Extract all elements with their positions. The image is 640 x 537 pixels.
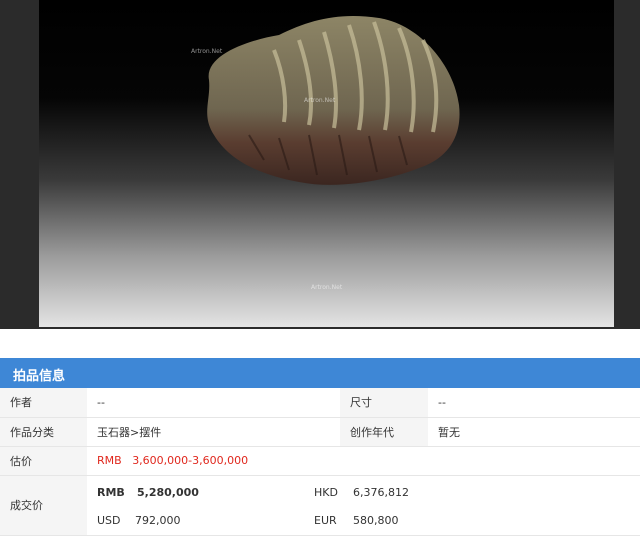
- hkd-currency: HKD: [314, 486, 338, 499]
- size-label: 尺寸: [340, 388, 428, 418]
- category-label: 作品分类: [0, 417, 87, 447]
- table-row: 作品分类 玉石器>摆件 创作年代 暂无: [0, 417, 640, 447]
- hkd-value: 6,376,812: [353, 486, 409, 499]
- lot-info-table: 作者 -- 尺寸 -- 作品分类 玉石器>摆件 创作年代 暂无 估价 RMB 3…: [0, 388, 640, 536]
- size-value: --: [428, 388, 640, 418]
- category-value: 玉石器>摆件: [87, 417, 340, 447]
- rmb-currency: RMB: [97, 486, 125, 499]
- spacer: [0, 329, 640, 358]
- eur-value: 580,800: [353, 514, 399, 527]
- image-viewer: Artron.Net Artron.Net Artron.Net: [0, 0, 640, 329]
- estimate-currency: RMB: [97, 454, 122, 467]
- usd-value: 792,000: [135, 514, 181, 527]
- estimate-range: 3,600,000-3,600,000: [132, 454, 249, 467]
- eur-currency: EUR: [314, 514, 337, 527]
- watermark: Artron.Net: [311, 284, 343, 291]
- estimate-value: RMB 3,600,000-3,600,000: [87, 446, 640, 476]
- rmb-value: 5,280,000: [137, 486, 199, 499]
- lot-photo[interactable]: Artron.Net Artron.Net Artron.Net: [39, 0, 614, 327]
- year-label: 创作年代: [340, 417, 428, 447]
- estimate-label: 估价: [0, 446, 87, 476]
- table-row: 作者 -- 尺寸 --: [0, 388, 640, 418]
- deal-prices: RMB 5,280,000 HKD 6,376,812 USD 792,000 …: [87, 475, 640, 536]
- year-value: 暂无: [428, 417, 640, 447]
- table-row: 估价 RMB 3,600,000-3,600,000: [0, 446, 640, 476]
- section-header: 拍品信息: [0, 358, 640, 388]
- watermark: Artron.Net: [191, 48, 223, 55]
- table-row: 成交价 RMB 5,280,000 HKD 6,376,812 USD 792,…: [0, 475, 640, 536]
- usd-currency: USD: [97, 514, 121, 527]
- author-value: --: [87, 388, 340, 418]
- section-title: 拍品信息: [13, 369, 66, 384]
- watermark: Artron.Net: [304, 97, 336, 104]
- deal-label: 成交价: [0, 475, 87, 536]
- author-label: 作者: [0, 388, 87, 418]
